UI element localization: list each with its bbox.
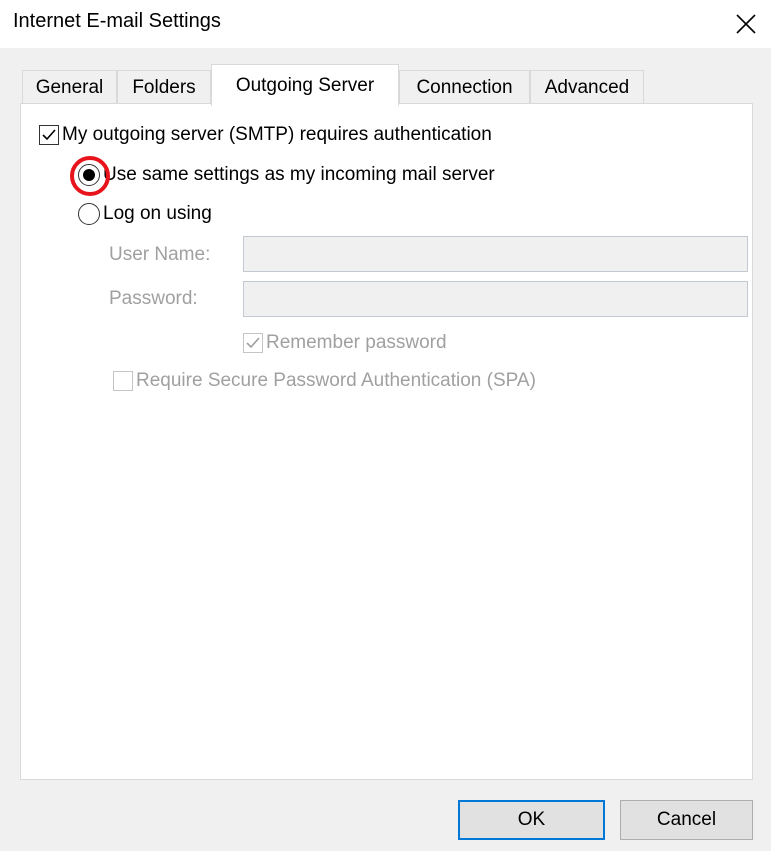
close-icon [736,14,756,34]
tab-connection[interactable]: Connection [399,70,530,104]
tab-outgoing-server[interactable]: Outgoing Server [211,64,399,106]
checkmark-icon [42,129,56,141]
title-bar: Internet E-mail Settings [0,0,771,48]
tab-general[interactable]: General [22,70,117,104]
highlight-ring [70,156,110,196]
remember-password-label: Remember password [266,332,447,353]
password-input[interactable] [243,281,748,317]
checkmark-icon [246,337,260,349]
user-name-input[interactable] [243,236,748,272]
log-on-using-radio[interactable] [78,203,100,225]
tab-advanced[interactable]: Advanced [530,70,644,104]
user-name-label: User Name: [109,244,211,265]
use-same-settings-label: Use same settings as my incoming mail se… [103,164,495,185]
log-on-using-label: Log on using [103,203,212,224]
require-spa-row[interactable]: Require Secure Password Authentication (… [113,370,536,392]
use-same-settings-row[interactable]: Use same settings as my incoming mail se… [70,156,495,196]
outgoing-server-panel: My outgoing server (SMTP) requires authe… [20,103,753,780]
password-label: Password: [109,288,198,309]
require-spa-checkbox[interactable] [113,371,133,391]
tab-folders[interactable]: Folders [117,70,211,104]
use-same-settings-radio[interactable] [70,156,110,196]
require-spa-label: Require Secure Password Authentication (… [136,370,536,391]
requires-auth-label: My outgoing server (SMTP) requires authe… [62,124,492,145]
remember-password-row[interactable]: Remember password [243,332,447,354]
log-on-using-row[interactable]: Log on using [78,203,212,225]
requires-auth-row[interactable]: My outgoing server (SMTP) requires authe… [39,124,492,146]
window-title: Internet E-mail Settings [13,10,221,32]
internet-email-settings-dialog: Internet E-mail Settings General Folders… [0,0,771,851]
requires-auth-checkbox[interactable] [39,125,59,145]
close-button[interactable] [726,4,766,44]
cancel-button[interactable]: Cancel [620,800,753,840]
ok-button[interactable]: OK [458,800,605,840]
remember-password-checkbox[interactable] [243,333,263,353]
